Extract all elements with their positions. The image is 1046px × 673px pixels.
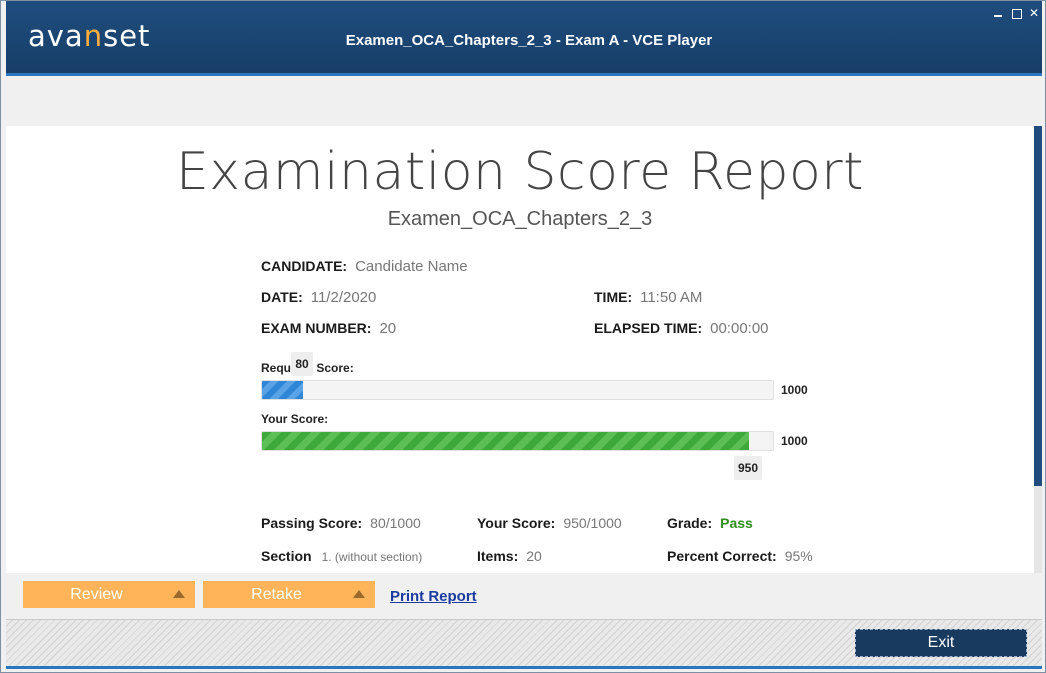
print-report-link[interactable]: Print Report (390, 588, 477, 605)
retake-button[interactable]: Retake (203, 581, 375, 608)
your-score-max: 1000 (781, 434, 808, 448)
candidate-label: CANDIDATE: (261, 258, 348, 274)
report-subtitle: Examen_OCA_Chapters_2_3 (387, 208, 653, 230)
percent-correct-row: Percent Correct: 95% (667, 548, 813, 564)
time-label: TIME: (594, 289, 633, 305)
elapsed-time-label: ELAPSED TIME: (594, 320, 703, 336)
retake-button-label: Retake (251, 586, 302, 603)
required-score-bar (261, 380, 774, 400)
candidate-row: CANDIDATE: Candidate Name (261, 258, 468, 275)
report-title: Examination Score Report (175, 142, 865, 202)
section-row: Section 1. (without section) (261, 548, 422, 564)
grade-row: Grade: Pass (667, 515, 753, 531)
grade-value: Pass (720, 515, 753, 531)
your-score-value: 950/1000 (563, 515, 622, 531)
percent-correct-label: Percent Correct: (667, 548, 777, 564)
required-score-tooltip: 80 (291, 352, 313, 376)
footer-bar: Exit (6, 619, 1042, 666)
caret-up-icon[interactable] (173, 590, 185, 598)
candidate-value: Candidate Name (355, 258, 468, 275)
app-window: avanset Examen_OCA_Chapters_2_3 - Exam A… (0, 0, 1046, 673)
items-value: 20 (526, 548, 542, 564)
date-label: DATE: (261, 289, 303, 305)
your-score-fill (262, 432, 749, 450)
score-report-panel: Examination Score Report Examen_OCA_Chap… (6, 126, 1042, 573)
exit-button[interactable]: Exit (855, 629, 1027, 657)
your-score-tooltip: 950 (734, 456, 762, 480)
percent-correct-value: 95% (784, 548, 813, 564)
passing-score-label: Passing Score: (261, 515, 363, 531)
vertical-scrollbar[interactable] (1034, 126, 1042, 573)
elapsed-time-row: ELAPSED TIME: 00:00:00 (594, 320, 769, 337)
section-label: Section (261, 548, 312, 564)
bottom-accent-line (6, 666, 1042, 669)
section-value: 1. (without section) (321, 550, 423, 564)
your-score-bar (261, 431, 774, 451)
time-value: 11:50 AM (640, 289, 703, 306)
maximize-button[interactable] (1010, 7, 1022, 19)
date-row: DATE: 11/2/2020 (261, 289, 376, 306)
required-score-fill (262, 381, 303, 399)
items-row: Items: 20 (477, 548, 542, 564)
required-score-max: 1000 (781, 383, 808, 397)
your-score-label: Your Score: (477, 515, 556, 531)
caret-up-icon[interactable] (353, 590, 365, 598)
your-score-row: Your Score: 950/1000 (477, 515, 622, 531)
exam-number-row: EXAM NUMBER: 20 (261, 320, 396, 337)
your-score-bar-label: Your Score: (261, 412, 329, 426)
close-button[interactable]: ✕ (1028, 7, 1040, 19)
time-row: TIME: 11:50 AM (594, 289, 702, 306)
passing-score-value: 80/1000 (370, 515, 421, 531)
exam-number-value: 20 (379, 320, 397, 337)
date-value: 11/2/2020 (310, 289, 377, 306)
exam-number-label: EXAM NUMBER: (261, 320, 372, 336)
window-title: Examen_OCA_Chapters_2_3 - Exam A - VCE P… (345, 32, 713, 49)
bottom-toolbar: Review Retake Print Report (6, 573, 1042, 619)
scrollbar-thumb[interactable] (1034, 126, 1042, 486)
items-label: Items: (477, 548, 519, 564)
elapsed-time-value: 00:00:00 (710, 320, 769, 337)
menu-area (6, 76, 1042, 126)
minimize-button[interactable] (992, 7, 1004, 19)
title-bar[interactable]: avanset Examen_OCA_Chapters_2_3 - Exam A… (6, 1, 1042, 76)
passing-score-row: Passing Score: 80/1000 (261, 515, 421, 531)
review-button-label: Review (70, 586, 123, 603)
review-button[interactable]: Review (23, 581, 195, 608)
grade-label: Grade: (667, 515, 713, 531)
